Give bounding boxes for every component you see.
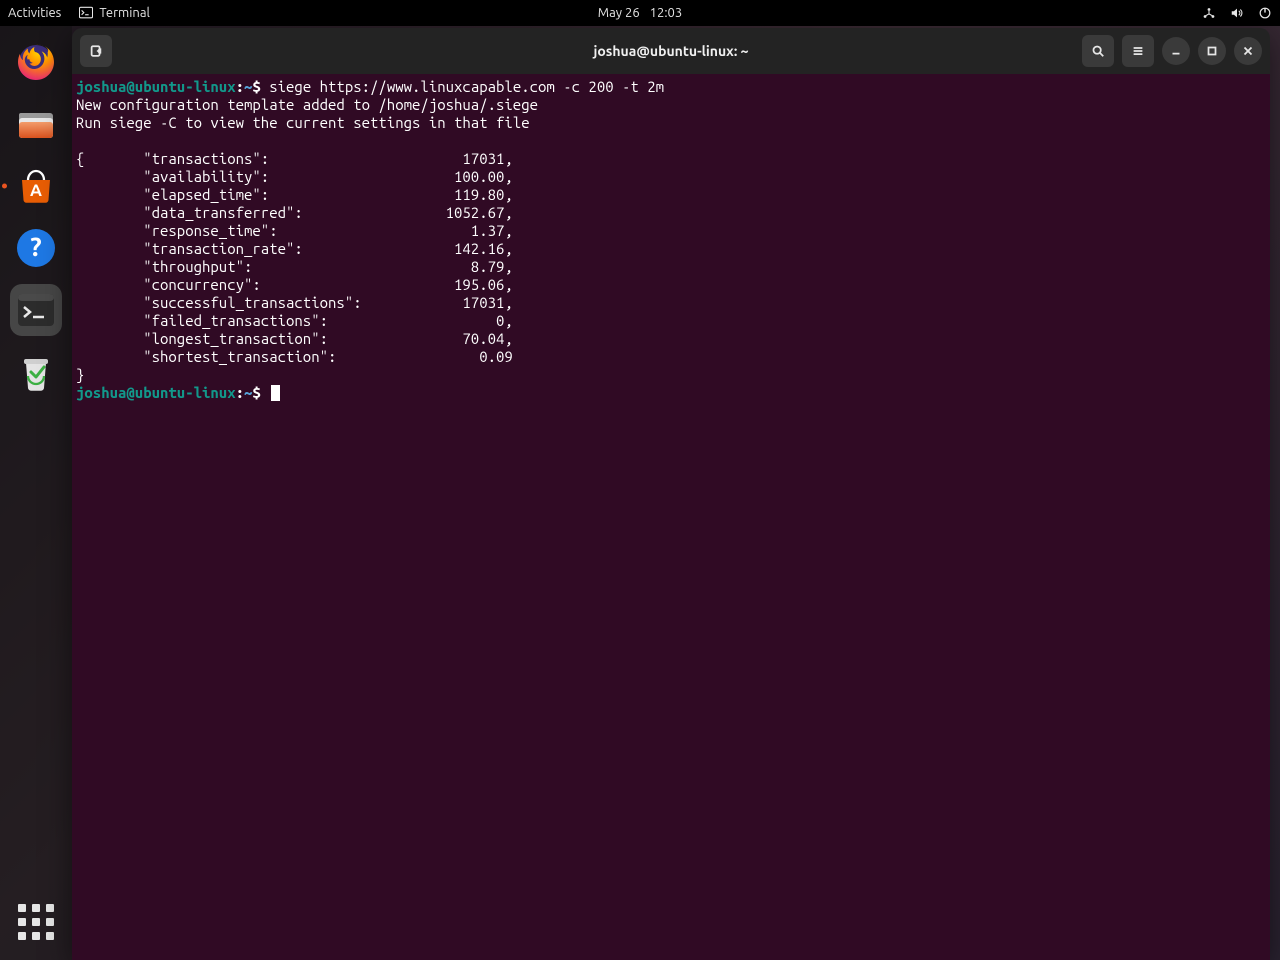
close-button[interactable] <box>1234 37 1262 65</box>
svg-text:?: ? <box>30 232 41 261</box>
dock-item-terminal[interactable] <box>10 284 62 336</box>
window-header: joshua@ubuntu-linux: ~ <box>72 28 1270 74</box>
dock-item-help[interactable]: ? <box>10 222 62 274</box>
power-icon[interactable] <box>1258 6 1272 20</box>
software-icon: A <box>14 164 58 208</box>
activities-button[interactable]: Activities <box>8 6 61 20</box>
help-icon: ? <box>14 226 58 270</box>
dock-item-show-apps[interactable] <box>10 896 62 948</box>
files-icon <box>14 102 58 146</box>
running-indicator <box>2 184 7 189</box>
firefox-icon <box>14 40 58 84</box>
clock-date: May 26 <box>598 6 640 20</box>
minimize-button[interactable] <box>1162 37 1190 65</box>
show-apps-icon <box>16 902 56 942</box>
clock-button[interactable]: May 26 12:03 <box>598 6 682 20</box>
dock: A ? <box>0 26 72 960</box>
window-title: joshua@ubuntu-linux: ~ <box>593 43 748 59</box>
svg-text:A: A <box>30 181 42 200</box>
gnome-top-bar: Activities Terminal May 26 12:03 <box>0 0 1280 26</box>
volume-icon[interactable] <box>1230 6 1244 20</box>
trash-icon <box>14 350 58 394</box>
terminal-mini-icon <box>79 6 93 20</box>
terminal-icon <box>14 288 58 332</box>
terminal-output[interactable]: joshua@ubuntu-linux:~$ siege https://www… <box>72 74 1270 960</box>
dock-item-trash[interactable] <box>10 346 62 398</box>
hamburger-menu-button[interactable] <box>1122 35 1154 67</box>
dock-item-software[interactable]: A <box>10 160 62 212</box>
maximize-button[interactable] <box>1198 37 1226 65</box>
app-menu-label: Terminal <box>99 6 150 20</box>
app-menu-button[interactable]: Terminal <box>79 6 150 20</box>
dock-item-files[interactable] <box>10 98 62 150</box>
new-tab-button[interactable] <box>80 35 112 67</box>
dock-item-firefox[interactable] <box>10 36 62 88</box>
terminal-window: joshua@ubuntu-linux: ~ joshua@ubuntu-lin… <box>72 28 1270 960</box>
clock-time: 12:03 <box>650 6 683 20</box>
network-icon[interactable] <box>1202 6 1216 20</box>
search-button[interactable] <box>1082 35 1114 67</box>
